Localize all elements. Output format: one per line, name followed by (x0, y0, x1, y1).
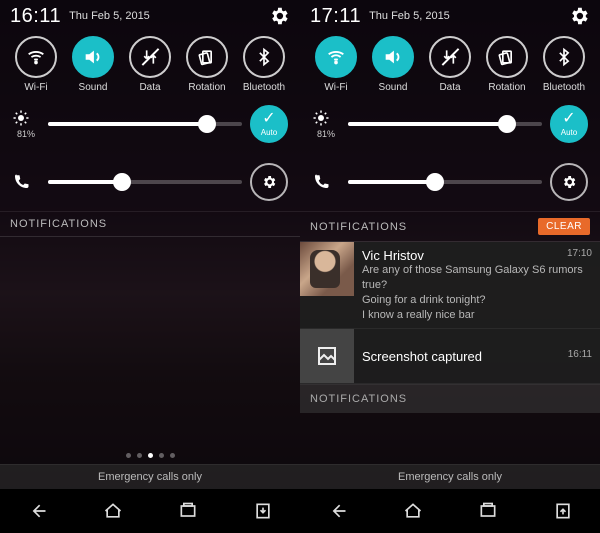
brightness-control: 81% ✓ Auto (300, 95, 600, 153)
navigation-bar (0, 489, 300, 533)
phone-icon (12, 173, 40, 191)
check-icon: ✓ (262, 111, 275, 127)
sound-settings-button[interactable] (550, 163, 588, 201)
brightness-slider[interactable] (348, 122, 542, 126)
notification-title: Screenshot captured (362, 349, 482, 364)
emergency-banner: Emergency calls only (0, 464, 300, 489)
status-date: Thu Feb 5, 2015 (69, 10, 268, 22)
clock: 17:11 (310, 5, 361, 28)
notifications-header: NOTIFICATIONS CLEAR (300, 211, 600, 242)
screen-right: 17:11 Thu Feb 5, 2015 Wi-Fi Sound Data R… (300, 0, 600, 533)
qs-data[interactable]: Data (122, 36, 178, 93)
volume-control (0, 153, 300, 211)
avatar (300, 242, 354, 296)
sound-settings-button[interactable] (250, 163, 288, 201)
image-icon (300, 329, 354, 383)
clear-button[interactable]: CLEAR (538, 218, 590, 235)
check-icon: ✓ (562, 111, 575, 127)
volume-control (300, 153, 600, 211)
home-button[interactable] (93, 497, 133, 525)
qs-wifi[interactable]: Wi-Fi (8, 36, 64, 93)
qs-sound[interactable]: Sound (65, 36, 121, 93)
clock: 16:11 (10, 5, 61, 28)
volume-slider[interactable] (48, 180, 242, 184)
notification-time: 17:10 (567, 248, 592, 259)
qs-wifi[interactable]: Wi-Fi (308, 36, 364, 93)
pullup-button[interactable] (543, 497, 583, 525)
notification-screenshot[interactable]: Screenshot captured 16:11 (300, 329, 600, 384)
quick-settings: Wi-Fi Sound Data Rotation Bluetooth (300, 30, 600, 95)
gear-icon[interactable] (568, 5, 590, 27)
auto-brightness-toggle[interactable]: ✓ Auto (250, 105, 288, 143)
pulldown-button[interactable] (243, 497, 283, 525)
status-date: Thu Feb 5, 2015 (369, 10, 568, 22)
qs-sound[interactable]: Sound (365, 36, 421, 93)
qs-data[interactable]: Data (422, 36, 478, 93)
qs-rotation[interactable]: Rotation (479, 36, 535, 93)
qs-rotation[interactable]: Rotation (179, 36, 235, 93)
emergency-banner: Emergency calls only (300, 464, 600, 489)
brightness-slider[interactable] (48, 122, 242, 126)
status-bar: 16:11 Thu Feb 5, 2015 (0, 0, 300, 30)
notification-time: 16:11 (568, 349, 592, 360)
qs-bluetooth[interactable]: Bluetooth (536, 36, 592, 93)
notification-message[interactable]: Vic Hristov 17:10 Are any of those Samsu… (300, 242, 600, 329)
phone-icon (312, 173, 340, 191)
screen-left: 16:11 Thu Feb 5, 2015 Wi-Fi Sound Data R… (0, 0, 300, 533)
navigation-bar (300, 489, 600, 533)
qs-bluetooth[interactable]: Bluetooth (236, 36, 292, 93)
quick-settings: Wi-Fi Sound Data Rotation Bluetooth (0, 30, 300, 95)
status-bar: 17:11 Thu Feb 5, 2015 (300, 0, 600, 30)
recent-button[interactable] (168, 497, 208, 525)
page-indicator (0, 447, 300, 464)
gear-icon[interactable] (268, 5, 290, 27)
brightness-control: 81% ✓ Auto (0, 95, 300, 153)
notifications-subheader: NOTIFICATIONS (300, 384, 600, 413)
notification-sender: Vic Hristov (362, 248, 592, 263)
back-button[interactable] (18, 497, 58, 525)
notifications-header: NOTIFICATIONS (0, 211, 300, 237)
auto-brightness-toggle[interactable]: ✓ Auto (550, 105, 588, 143)
back-button[interactable] (318, 497, 358, 525)
recent-button[interactable] (468, 497, 508, 525)
brightness-icon: 81% (312, 109, 340, 139)
home-button[interactable] (393, 497, 433, 525)
volume-slider[interactable] (348, 180, 542, 184)
brightness-icon: 81% (12, 109, 40, 139)
